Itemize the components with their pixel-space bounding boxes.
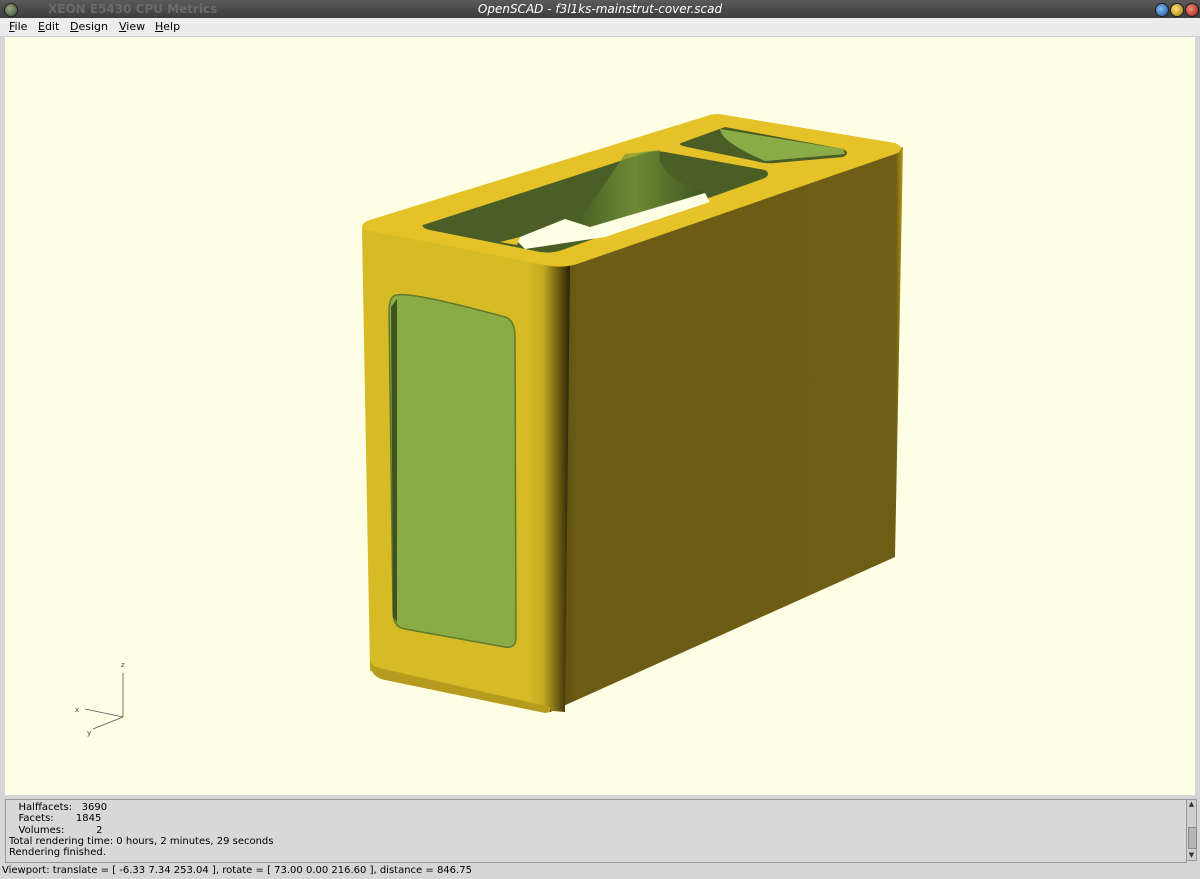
console-line: Facets: 1845 [9, 813, 102, 824]
console-line: Rendering finished. [9, 847, 106, 858]
axis-y-label: y [87, 729, 91, 737]
window-title: OpenSCAD - f3l1ks-mainstrut-cover.scad [477, 2, 723, 16]
status-bar: Viewport: translate = [ -6.33 7.34 253.0… [0, 863, 1200, 879]
console-scrollbar[interactable]: ▲ ▼ [1186, 799, 1197, 861]
menu-view[interactable]: View [119, 18, 145, 36]
viewport-status: Viewport: translate = [ -6.33 7.34 253.0… [2, 865, 472, 876]
axis-z-label: z [121, 661, 125, 669]
axis-gizmo [84, 673, 124, 730]
menu-help[interactable]: Help [155, 18, 180, 36]
console-output[interactable]: Halffacets: 3690 Facets: 1845 Volumes: 2… [5, 799, 1187, 863]
menu-file[interactable]: File [9, 18, 27, 36]
model-render: z x y [75, 114, 903, 737]
scroll-up-icon[interactable]: ▲ [1188, 801, 1195, 808]
console-line: Halffacets: 3690 [9, 802, 108, 813]
console-line: Volumes: 2 [9, 825, 103, 836]
console-line: Total rendering time: 0 hours, 2 minutes… [9, 836, 274, 847]
menu-edit[interactable]: Edit [38, 18, 59, 36]
title-bar: XEON E5430 CPU Metrics OpenSCAD - f3l1ks… [0, 0, 1200, 18]
3d-viewport[interactable]: z x y [5, 37, 1195, 795]
menu-bar: File Edit Design View Help [0, 18, 1200, 37]
scroll-thumb[interactable] [1188, 827, 1197, 849]
close-icon[interactable] [1185, 3, 1199, 17]
side-cutout-window [388, 293, 517, 649]
scroll-down-icon[interactable]: ▼ [1188, 852, 1195, 859]
menu-design[interactable]: Design [70, 18, 108, 36]
axis-x-label: x [75, 706, 79, 714]
maximize-icon[interactable] [1170, 3, 1184, 17]
model-rounded-edge [525, 259, 570, 712]
minimize-icon[interactable] [1155, 3, 1169, 17]
